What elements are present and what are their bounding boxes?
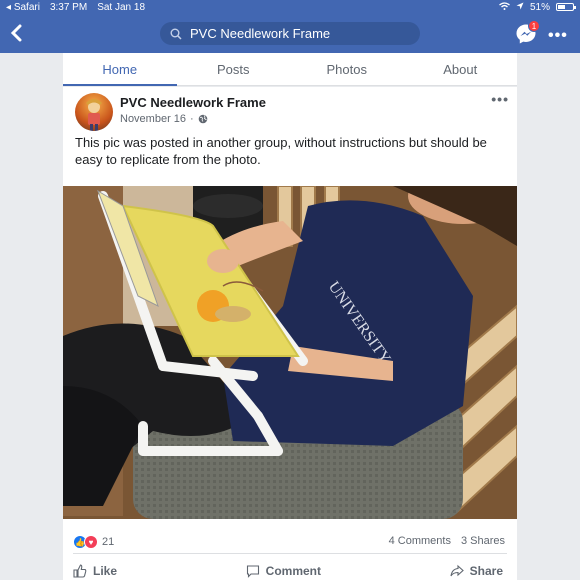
comment-count[interactable]: 4 Comments	[389, 535, 451, 547]
post-options-icon[interactable]: •••	[491, 91, 509, 107]
globe-icon	[198, 114, 208, 124]
comment-button[interactable]: Comment	[246, 564, 321, 578]
share-count[interactable]: 3 Shares	[461, 535, 505, 547]
like-button[interactable]: Like	[73, 564, 117, 578]
love-reaction-icon: ♥	[84, 535, 98, 549]
avatar-image	[86, 99, 102, 131]
post-date[interactable]: November 16	[120, 113, 186, 125]
status-time: 3:37 PM	[49, 1, 88, 13]
nav-bar: PVC Needlework Frame 1 •••	[0, 14, 580, 53]
post-card: PVC Needlework Frame November 16 · ••• T…	[63, 87, 517, 580]
tab-posts[interactable]: Posts	[177, 53, 291, 85]
app-name: Safari	[13, 1, 40, 13]
share-icon	[450, 564, 464, 577]
status-bar: ◂ Safari 3:37 PM Sat Jan 18 51%	[0, 0, 580, 14]
share-label: Share	[469, 564, 503, 578]
post-meta: November 16 ·	[120, 113, 208, 125]
reaction-summary[interactable]: 👍 ♥ 21	[73, 535, 114, 549]
post-author[interactable]: PVC Needlework Frame	[120, 95, 266, 110]
reaction-count: 21	[102, 536, 115, 548]
avatar[interactable]	[75, 93, 113, 131]
battery-icon	[556, 3, 576, 11]
post-text: This pic was posted in another group, wi…	[75, 135, 487, 167]
notification-badge: 1	[528, 20, 540, 32]
divider	[73, 553, 507, 554]
battery-percent: 51%	[529, 1, 550, 13]
back-to-app-label[interactable]: ◂ Safari	[6, 2, 40, 13]
search-value: PVC Needlework Frame	[190, 26, 331, 41]
thumbs-up-icon	[73, 564, 87, 578]
meta-separator: ·	[190, 113, 194, 125]
tab-about[interactable]: About	[404, 53, 518, 85]
location-icon	[516, 2, 524, 13]
engagement-counts: 4 Comments 3 Shares	[389, 535, 505, 547]
post-actions: Like Comment Share	[63, 564, 517, 578]
search-input[interactable]: PVC Needlework Frame	[160, 22, 420, 45]
page-tabs: Home Posts Photos About	[63, 53, 517, 86]
more-options-icon[interactable]: •••	[548, 27, 568, 45]
tab-photos[interactable]: Photos	[290, 53, 404, 85]
share-button[interactable]: Share	[450, 564, 503, 578]
like-label: Like	[93, 564, 118, 578]
comment-label: Comment	[265, 564, 321, 578]
wifi-icon	[499, 1, 510, 13]
photo-image: UNIVERSITY	[63, 186, 517, 519]
search-icon	[170, 28, 182, 40]
status-date: Sat Jan 18	[97, 1, 145, 13]
chevron-left-icon	[10, 24, 22, 42]
back-button[interactable]	[10, 23, 30, 45]
post-photo[interactable]: UNIVERSITY	[63, 186, 517, 519]
comment-icon	[246, 565, 259, 578]
tab-home[interactable]: Home	[63, 53, 177, 86]
